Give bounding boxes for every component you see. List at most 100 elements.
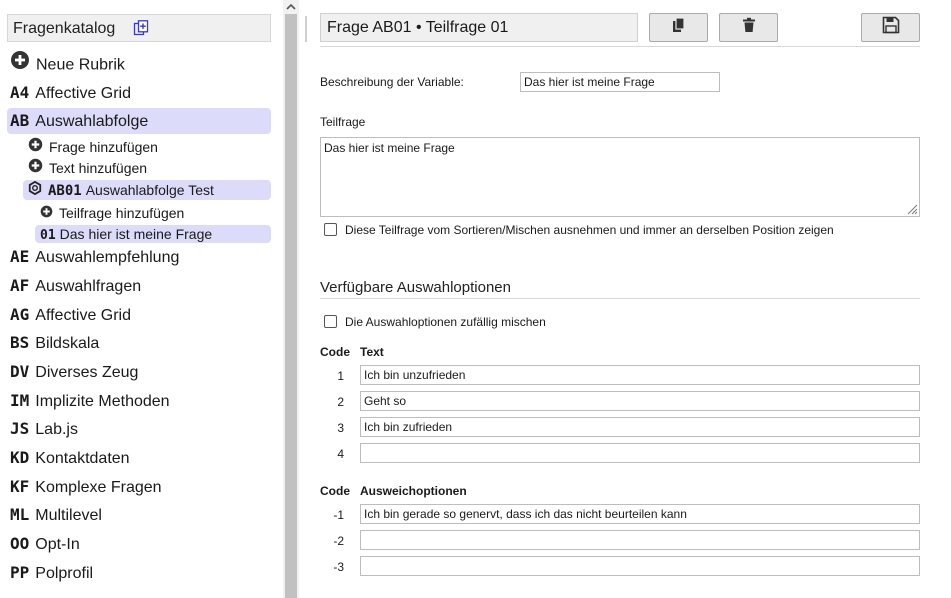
copy-button[interactable] bbox=[649, 13, 708, 42]
panel-divider[interactable] bbox=[305, 16, 307, 42]
rubric-code: IM bbox=[10, 391, 30, 410]
rubric-item-af[interactable]: AF Auswahlfragen bbox=[7, 273, 271, 299]
subquestion-text: Das hier ist meine Frage bbox=[324, 141, 455, 155]
option-text-input[interactable] bbox=[360, 443, 920, 463]
rubric-code: PP bbox=[10, 563, 30, 582]
rubric-item-js[interactable]: JS Lab.js bbox=[7, 416, 271, 442]
new-rubric-label: Neue Rubrik bbox=[36, 56, 125, 74]
rubric-label: Affective Grid bbox=[35, 85, 132, 102]
rubric-label: Auswahlempfehlung bbox=[35, 249, 180, 266]
header-divider bbox=[320, 46, 920, 47]
rubric-code: BS bbox=[10, 333, 30, 352]
rubric-label: Auswahlabfolge bbox=[35, 113, 149, 130]
rubric-label: Komplexe Fragen bbox=[35, 479, 162, 496]
sidebar: Fragenkatalog Neue Rubrik A4 Affective Gr… bbox=[0, 0, 283, 598]
plus-circle-icon bbox=[40, 204, 53, 222]
section-divider bbox=[320, 298, 920, 299]
subquestion-label: Das hier ist meine Frage bbox=[59, 226, 213, 242]
plus-circle-icon bbox=[28, 158, 43, 178]
rubric-item-pp[interactable]: PP Polprofil bbox=[7, 560, 271, 586]
fallback-text-header: Ausweichoptionen bbox=[360, 484, 467, 498]
rubric-code: DV bbox=[10, 362, 30, 381]
subquestion-item-01[interactable]: 01 Das hier ist meine Frage bbox=[35, 225, 271, 243]
resize-grip-icon[interactable] bbox=[906, 203, 918, 215]
save-icon bbox=[882, 16, 900, 39]
rubric-code: KF bbox=[10, 477, 30, 496]
option-text-input[interactable]: Geht so bbox=[360, 391, 920, 411]
rubric-item-ml[interactable]: ML Multilevel bbox=[7, 502, 271, 528]
plus-circle-icon bbox=[10, 50, 30, 79]
sidebar-scrollbar[interactable] bbox=[283, 0, 299, 598]
rubric-label: Lab.js bbox=[35, 421, 78, 438]
options-code-header: Code bbox=[320, 345, 350, 359]
subquestion-label: Teilfrage bbox=[320, 115, 366, 129]
rubric-code: ML bbox=[10, 505, 30, 524]
fallback-code-header: Code bbox=[320, 484, 350, 498]
rubric-label: Implizite Methoden bbox=[35, 393, 170, 410]
add-subquestion-button[interactable]: Teilfrage hinzufügen bbox=[35, 204, 271, 222]
scroll-thumb[interactable] bbox=[285, 14, 297, 598]
option-code: 2 bbox=[337, 395, 344, 409]
plus-circle-icon bbox=[28, 137, 43, 157]
rubric-item-kd[interactable]: KD Kontaktdaten bbox=[7, 445, 271, 471]
rubric-item-kf[interactable]: KF Komplexe Fragen bbox=[7, 474, 271, 500]
variable-description-label: Beschreibung der Variable: bbox=[320, 75, 464, 89]
subquestion-textarea[interactable]: Das hier ist meine Frage bbox=[320, 137, 920, 217]
add-question-button[interactable]: Frage hinzufügen bbox=[23, 137, 271, 157]
rubric-code: AG bbox=[10, 305, 30, 324]
rubric-item-ae[interactable]: AE Auswahlempfehlung bbox=[7, 244, 271, 270]
subquestion-code: 01 bbox=[40, 228, 56, 243]
rubric-label: Kontaktdaten bbox=[35, 450, 130, 467]
fixed-position-checkbox[interactable] bbox=[324, 223, 337, 236]
fallback-text-input[interactable] bbox=[360, 556, 920, 576]
rubric-code: A4 bbox=[10, 83, 30, 102]
rubric-code: AF bbox=[10, 276, 30, 295]
new-rubric-button[interactable]: Neue Rubrik bbox=[7, 51, 271, 77]
variable-description-input[interactable]: Das hier ist meine Frage bbox=[520, 72, 720, 92]
fallback-code: -3 bbox=[333, 560, 344, 574]
rubric-code: OO bbox=[10, 534, 30, 553]
rubric-item-oo[interactable]: OO Opt-In bbox=[7, 531, 271, 557]
save-button[interactable] bbox=[861, 13, 920, 42]
rubric-label: Polprofil bbox=[35, 565, 94, 582]
rubric-label: Auswahlfragen bbox=[35, 278, 142, 295]
add-subquestion-label: Teilfrage hinzufügen bbox=[59, 205, 185, 221]
rubric-label: Bildskala bbox=[35, 335, 100, 352]
rubric-label: Multilevel bbox=[35, 507, 102, 524]
question-item-ab01[interactable]: AB01 Auswahlabfolge Test bbox=[23, 180, 271, 200]
add-text-button[interactable]: Text hinzufügen bbox=[23, 158, 271, 178]
fallback-text-input[interactable]: Ich bin gerade so genervt, dass ich das … bbox=[360, 504, 920, 524]
scroll-up-arrow-icon[interactable] bbox=[283, 0, 299, 12]
copy-icon bbox=[671, 17, 687, 38]
option-code: 3 bbox=[337, 421, 344, 435]
fixed-position-label: Diese Teilfrage vom Sortieren/Mischen au… bbox=[345, 223, 834, 237]
rubric-label: Diverses Zeug bbox=[35, 364, 139, 381]
rubric-item-bs[interactable]: BS Bildskala bbox=[7, 330, 271, 356]
rubric-item-dv[interactable]: DV Diverses Zeug bbox=[7, 359, 271, 385]
editor-panel: Frage AB01 • Teilfrage 01 Beschreibung d… bbox=[320, 0, 951, 598]
add-question-label: Frage hinzufügen bbox=[49, 139, 158, 155]
options-text-header: Text bbox=[360, 345, 384, 359]
shuffle-options-label: Die Auswahloptionen zufällig mischen bbox=[345, 315, 546, 329]
gear-ring-icon bbox=[28, 180, 42, 200]
shuffle-options-checkbox[interactable] bbox=[324, 315, 337, 328]
option-code: 4 bbox=[337, 447, 344, 461]
rubric-item-ab[interactable]: AB Auswahlabfolge bbox=[7, 108, 271, 134]
add-text-label: Text hinzufügen bbox=[49, 160, 148, 176]
trash-icon bbox=[741, 17, 757, 38]
page-title: Frage AB01 • Teilfrage 01 bbox=[320, 13, 638, 42]
option-text-input[interactable]: Ich bin unzufrieden bbox=[360, 365, 920, 385]
rubric-item-im[interactable]: IM Implizite Methoden bbox=[7, 388, 271, 414]
catalog-title: Fragenkatalog bbox=[13, 20, 116, 37]
fallback-text-input[interactable] bbox=[360, 530, 920, 550]
rubric-item-ag[interactable]: AG Affective Grid bbox=[7, 302, 271, 328]
catalog-header: Fragenkatalog bbox=[7, 14, 271, 42]
rubric-item-a4[interactable]: A4 Affective Grid bbox=[7, 80, 271, 106]
copy-add-icon[interactable] bbox=[133, 20, 149, 36]
rubric-code: AB bbox=[10, 111, 30, 130]
option-text-input[interactable]: Ich bin zufrieden bbox=[360, 417, 920, 437]
rubric-label: Affective Grid bbox=[35, 307, 132, 324]
rubric-code: JS bbox=[10, 419, 30, 438]
delete-button[interactable] bbox=[719, 13, 778, 42]
rubric-code: AE bbox=[10, 247, 30, 266]
